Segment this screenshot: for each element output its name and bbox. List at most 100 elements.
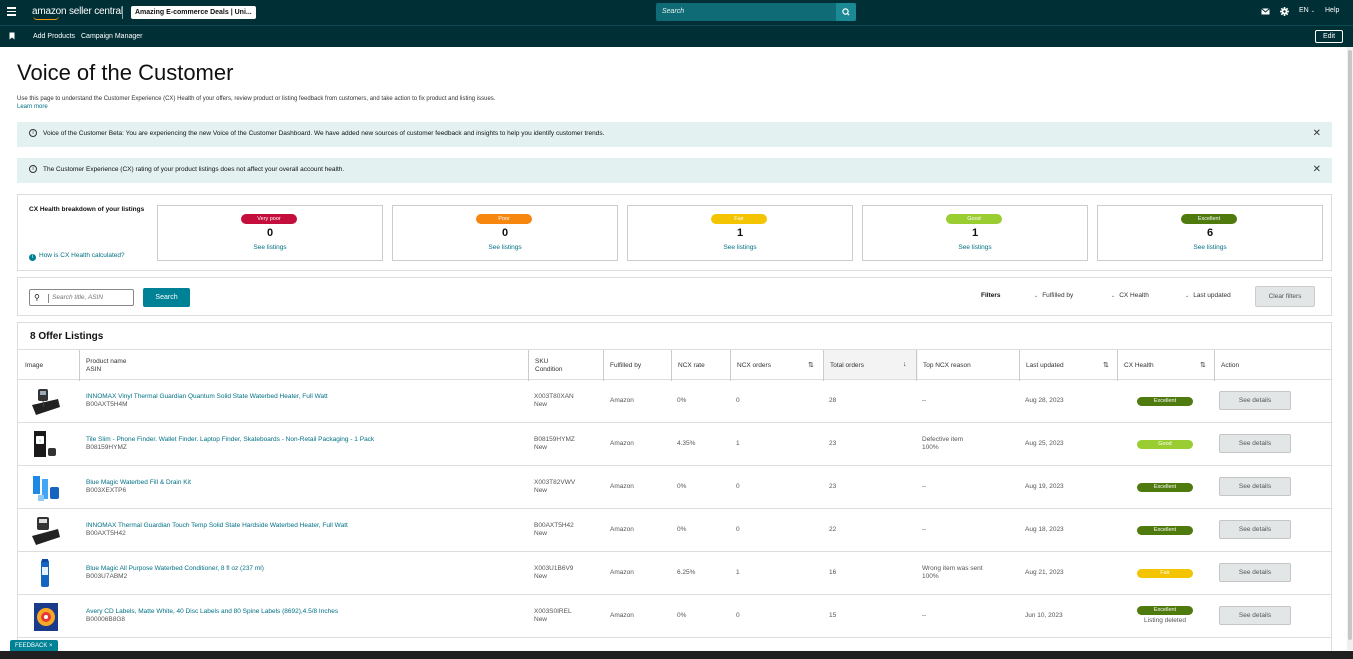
ncx-orders: 0 [736,397,740,404]
top-ncx-reason: -- [922,612,927,619]
see-details-button[interactable]: See details [1219,391,1291,410]
sku-cell: X003T82VWV New [534,479,575,495]
banner-message: The Customer Experience (CX) rating of y… [43,166,345,173]
product-image[interactable] [30,559,62,589]
learn-more-link[interactable]: Learn more [17,104,48,110]
chevron-down-icon: ⌄ [1310,8,1315,14]
col-fulfilled-by[interactable]: Fulfilled by [603,350,641,381]
see-details-button[interactable]: See details [1219,606,1291,625]
hamburger-menu-icon[interactable] [7,7,16,16]
cx-card-very-poor: Very poor 0 See listings [157,205,383,261]
chevron-down-icon: ⌄ [1111,293,1116,299]
product-image[interactable]: t [30,430,62,460]
search-icon: ⚲ [34,293,40,302]
product-image[interactable] [30,516,62,546]
see-listings-link[interactable]: See listings [158,244,382,251]
col-top-ncx-reason[interactable]: Top NCX reason [916,350,971,381]
product-name-link[interactable]: INNOMAX Thermal Guardian Touch Temp Soli… [86,522,348,538]
ncx-rate: 0% [677,612,687,619]
total-orders: 23 [829,440,837,447]
see-details-button[interactable]: See details [1219,434,1291,453]
col-sku[interactable]: SKU Condition [528,350,562,381]
total-orders: 22 [829,526,837,533]
listing-search-input[interactable] [52,292,132,303]
mail-icon[interactable] [1261,8,1270,17]
nav-campaign-manager[interactable]: Campaign Manager [81,33,142,40]
search-button[interactable]: Search [143,288,190,307]
how-cx-health-link[interactable]: i How is CX Health calculated? [29,252,125,261]
product-name-link[interactable]: Blue Magic Waterbed Fill & Drain Kit B003… [86,479,191,495]
last-updated-filter[interactable]: ⌄ Last updated [1185,292,1231,299]
close-icon[interactable]: ✕ [1313,164,1321,175]
product-name[interactable]: Avery CD Labels, Matte White, 40 Disc La… [86,608,338,616]
product-name-link[interactable]: Tile Slim - Phone Finder. Wallet Finder.… [86,436,374,452]
product-name[interactable]: Blue Magic All Purpose Waterbed Conditio… [86,565,264,573]
condition: New [534,616,548,623]
see-listings-link[interactable]: See listings [863,244,1087,251]
top-ncx-reason: -- [922,526,927,533]
header-label: SKU [535,357,549,365]
settings-gear-icon[interactable] [1280,7,1289,18]
help-link[interactable]: Help [1325,7,1339,14]
sort-descending-icon[interactable]: ↓ [903,361,907,368]
cx-count: 0 [266,227,274,239]
global-search-input[interactable]: Search [656,3,856,21]
product-name-link[interactable]: INNOMAX Vinyl Thermal Guardian Quantum S… [86,393,328,409]
product-name[interactable]: Blue Magic Waterbed Fill & Drain Kit [86,479,191,487]
col-total-orders[interactable]: Total orders [823,350,864,381]
global-search-button[interactable] [836,3,856,21]
product-name-link[interactable]: Blue Magic All Purpose Waterbed Conditio… [86,565,264,581]
sort-icon[interactable]: ⇅ [1200,361,1206,369]
last-updated: Aug 21, 2023 [1025,569,1064,576]
col-ncx-rate[interactable]: NCX rate [671,350,705,381]
product-name[interactable]: INNOMAX Vinyl Thermal Guardian Quantum S… [86,393,328,401]
product-image[interactable] [30,387,62,417]
col-product-name[interactable]: Product name ASIN [79,350,126,381]
search-icon [842,8,850,16]
edit-nav-button[interactable]: Edit [1315,30,1343,43]
clear-filters-button[interactable]: Clear filters [1255,286,1315,307]
last-updated: Aug 19, 2023 [1025,483,1064,490]
header-label: Last updated [1026,361,1064,369]
filter-bar: ⚲ Search Filters ⌄Fulfilled by ⌄CX Healt… [17,277,1332,316]
fulfilled-by: Amazon [610,612,634,619]
table-row: Blue Magic All Purpose Waterbed Conditio… [18,552,1331,595]
cx-health-filter[interactable]: ⌄ CX Health [1111,292,1149,299]
sort-icon[interactable]: ⇅ [1103,361,1109,369]
store-selector[interactable]: Amazing E-commerce Deals | Uni... [131,6,256,19]
product-image[interactable] [30,602,62,632]
header-label: Action [1221,361,1240,369]
product-name[interactable]: INNOMAX Thermal Guardian Touch Temp Soli… [86,522,348,530]
col-cx-health[interactable]: CX Health [1117,350,1154,381]
product-image[interactable] [30,473,62,503]
listing-search-field[interactable]: ⚲ [29,289,134,306]
close-icon[interactable]: ✕ [1313,128,1321,139]
bookmark-icon[interactable] [9,32,15,42]
see-listings-link[interactable]: See listings [628,244,852,251]
sort-icon[interactable]: ⇅ [808,361,814,369]
language-selector[interactable]: EN ⌄ [1299,7,1315,14]
last-updated: Aug 18, 2023 [1025,526,1064,533]
sku-cell: X003U1B6V9 New [534,565,573,581]
scrollbar-thumb[interactable] [1348,50,1352,640]
see-listings-link[interactable]: See listings [393,244,617,251]
fulfilled-by-filter[interactable]: ⌄ Fulfilled by [1034,292,1073,299]
product-asin: B003U7ABM2 [86,573,128,580]
product-name[interactable]: Tile Slim - Phone Finder. Wallet Finder.… [86,436,374,444]
total-orders: 23 [829,483,837,490]
how-link-text: How is CX Health calculated? [39,252,125,259]
ncx-rate: 0% [677,397,687,404]
see-details-button[interactable]: See details [1219,477,1291,496]
see-details-button[interactable]: See details [1219,520,1291,539]
header-label: Image [25,361,44,369]
nav-add-products[interactable]: Add Products [33,33,75,40]
cx-count: 1 [971,227,979,239]
see-details-button[interactable]: See details [1219,563,1291,582]
total-orders: 16 [829,569,837,576]
col-last-updated[interactable]: Last updated [1019,350,1064,381]
col-ncx-orders[interactable]: NCX orders [730,350,771,381]
see-listings-link[interactable]: See listings [1098,244,1322,251]
header-label: NCX rate [678,361,705,369]
filter-label: CX Health [1119,292,1149,299]
product-name-link[interactable]: Avery CD Labels, Matte White, 40 Disc La… [86,608,338,624]
